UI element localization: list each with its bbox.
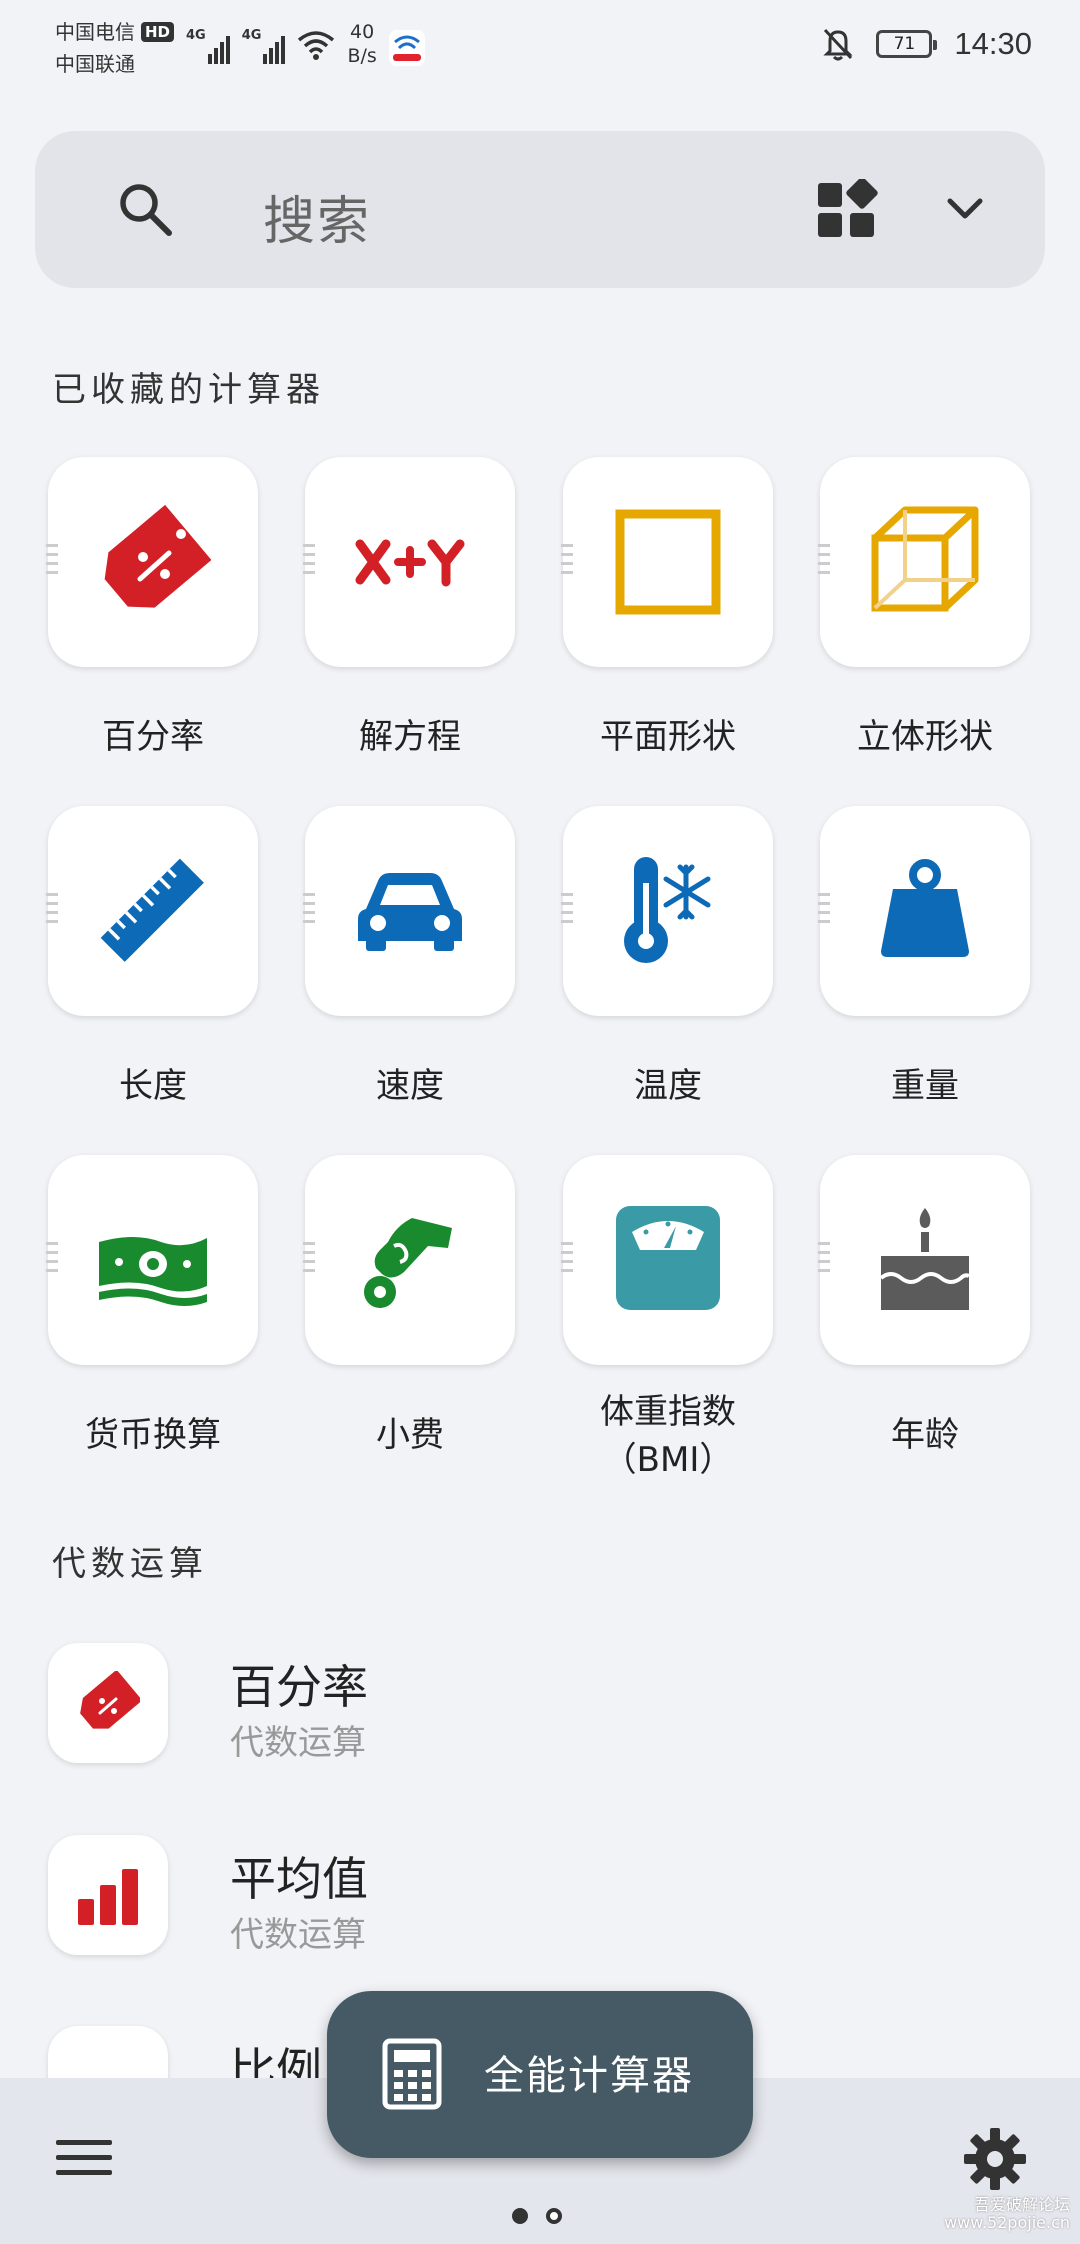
square-icon [615, 509, 721, 615]
bmi-label-line2: （BMI） [602, 1440, 734, 1480]
list-icon-box [48, 1835, 168, 1955]
favorite-label: 重量 [891, 1066, 959, 1106]
widgets-icon[interactable] [816, 179, 878, 239]
algebra-section-title: 代数运算 [52, 1544, 208, 1584]
watermark-line1: 吾爱破解论坛 [973, 2195, 1070, 2214]
favorite-label-bmi: 体重指数 （BMI） [538, 1388, 798, 1484]
signal-icon: 4G [242, 24, 286, 64]
favorite-tile-solid-shapes[interactable] [818, 457, 1030, 667]
page-indicator [512, 2208, 562, 2224]
fab-label: 全能计算器 [484, 2053, 694, 2099]
drag-handle-icon[interactable] [561, 544, 573, 580]
scale-icon [616, 1206, 720, 1310]
telecom-app-icon [388, 30, 425, 66]
drag-handle-icon[interactable] [46, 893, 58, 929]
drag-handle-icon[interactable] [303, 893, 315, 929]
mute-bell-icon [823, 28, 854, 61]
money-icon [99, 1237, 207, 1306]
watermark-line2: www.52pojie.cn [944, 2213, 1070, 2232]
favorite-label: 小费 [376, 1415, 444, 1455]
list-item-title: 平均值 [230, 1852, 368, 1906]
net-speed: 40 B/s [347, 20, 376, 68]
cube-icon [871, 506, 979, 612]
status-time: 14:30 [954, 26, 1032, 61]
battery-level: 71 [893, 34, 916, 54]
watermark: 吾爱破解论坛 www.52pojie.cn [944, 2196, 1070, 2232]
drag-handle-icon[interactable] [303, 1242, 315, 1278]
weight-icon [881, 859, 969, 957]
favorite-tile-speed[interactable] [303, 806, 515, 1016]
drag-handle-icon[interactable] [818, 893, 830, 929]
calculator-icon [382, 2038, 442, 2110]
percent-tag-icon [80, 1671, 140, 1729]
search-icon[interactable] [115, 179, 175, 239]
carriers: 中国电信 HD 中国联通 [55, 16, 175, 80]
chevron-down-icon[interactable] [945, 191, 985, 227]
favorite-tile-length[interactable] [46, 806, 258, 1016]
page-dot-active [512, 2208, 528, 2224]
favorite-tile-weight[interactable] [818, 806, 1030, 1016]
status-left: 中国电信 HD 中国联通 4G 4G 40 B/s [55, 16, 425, 80]
net-speed-unit: B/s [347, 45, 377, 67]
drag-handle-icon[interactable] [46, 544, 58, 580]
favorite-label: 速度 [376, 1066, 444, 1106]
drag-handle-icon[interactable] [818, 1242, 830, 1278]
carrier-2-name: 中国联通 [55, 52, 135, 76]
favorite-label: 解方程 [359, 717, 461, 757]
favorite-tile-temperature[interactable] [561, 806, 773, 1016]
favorite-tile-plane-shapes[interactable] [561, 457, 773, 667]
favorite-label: 百分率 [102, 717, 204, 757]
network-type-2: 4G [241, 28, 262, 43]
drag-handle-icon[interactable] [561, 1242, 573, 1278]
list-item-percent[interactable]: 百分率 代数运算 [48, 1643, 1028, 1763]
ruler-icon [100, 858, 204, 962]
cake-icon [879, 1208, 970, 1310]
favorites-title: 已收藏的计算器 [52, 370, 325, 410]
search-bar[interactable]: 搜索 [35, 131, 1045, 288]
bmi-label-line1: 体重指数 [600, 1392, 736, 1432]
bar-chart-icon [78, 1869, 138, 1925]
all-in-one-calculator-button[interactable]: 全能计算器 [327, 1991, 753, 2158]
favorite-label: 长度 [119, 1066, 187, 1106]
drag-handle-icon[interactable] [561, 893, 573, 929]
favorite-label: 平面形状 [600, 717, 736, 757]
hd-badge: HD [141, 22, 175, 42]
hand-coin-icon [364, 1218, 452, 1308]
favorite-tile-equation[interactable] [303, 457, 515, 667]
gear-icon[interactable] [962, 2126, 1028, 2192]
network-type-1: 4G [186, 28, 206, 43]
battery-icon: 71 [876, 30, 938, 58]
favorite-tile-percent[interactable] [46, 457, 258, 667]
search-input[interactable]: 搜索 [263, 179, 371, 254]
drag-handle-icon[interactable] [303, 544, 315, 580]
favorite-tile-bmi[interactable] [561, 1155, 773, 1365]
percent-tag-icon [104, 504, 211, 608]
list-item-average[interactable]: 平均值 代数运算 [48, 1835, 1028, 1955]
drag-handle-icon[interactable] [818, 544, 830, 580]
favorite-tile-age[interactable] [818, 1155, 1030, 1365]
wifi-icon [298, 31, 335, 60]
page-dot [546, 2208, 562, 2224]
status-right: 71 14:30 [822, 26, 1032, 62]
favorite-tile-currency[interactable] [46, 1155, 258, 1365]
list-icon-box [48, 1643, 168, 1763]
carrier-1-name: 中国电信 [55, 20, 135, 44]
favorite-label: 货币换算 [85, 1415, 221, 1455]
signal-icon: 4G [186, 24, 230, 64]
car-icon [358, 873, 462, 951]
list-item-subtitle: 代数运算 [230, 1723, 366, 1763]
carrier-1: 中国电信 HD [55, 16, 175, 48]
list-item-subtitle: 代数运算 [230, 1915, 366, 1955]
list-item-title: 百分率 [230, 1660, 368, 1714]
thermometer-snowflake-icon [624, 857, 711, 963]
menu-icon[interactable] [56, 2136, 112, 2180]
x-plus-y-icon [355, 539, 465, 587]
favorite-label: 温度 [634, 1066, 702, 1106]
drag-handle-icon[interactable] [46, 1242, 58, 1278]
status-bar: 中国电信 HD 中国联通 4G 4G 40 B/s 71 14:30 [0, 0, 1080, 92]
favorite-label: 立体形状 [857, 717, 993, 757]
favorite-label: 年龄 [891, 1415, 959, 1455]
favorite-tile-tip[interactable] [303, 1155, 515, 1365]
net-speed-value: 40 [350, 21, 375, 43]
